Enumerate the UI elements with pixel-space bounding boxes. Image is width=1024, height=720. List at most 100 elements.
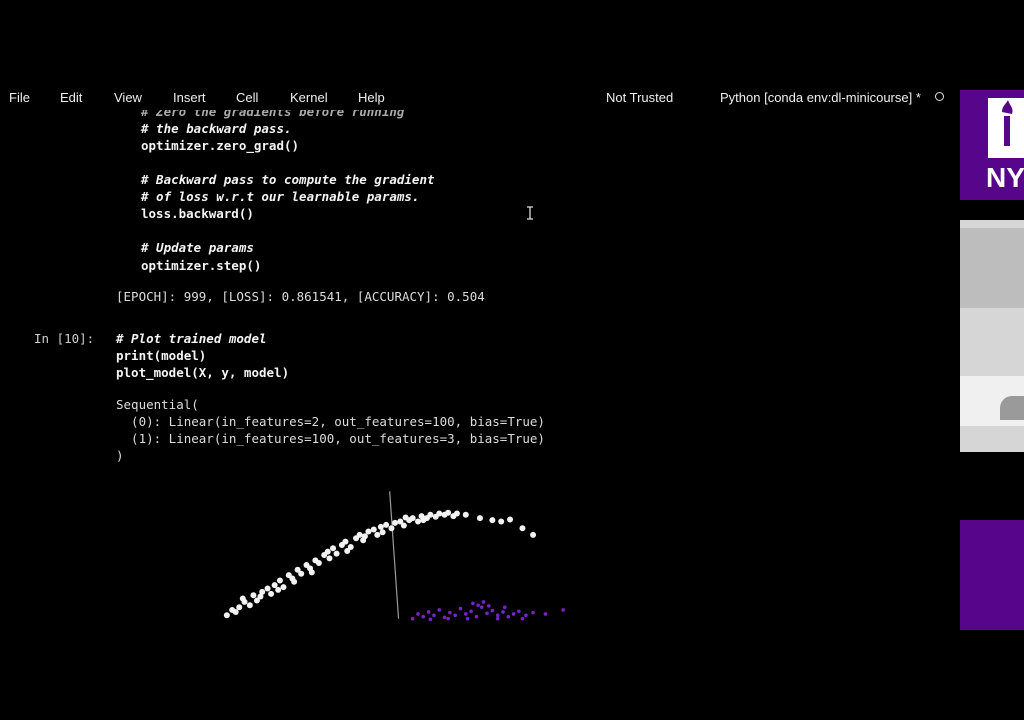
kernel-idle-icon bbox=[935, 92, 944, 101]
menu-insert[interactable]: Insert bbox=[173, 90, 206, 105]
scatter-point bbox=[458, 606, 463, 611]
slide-image bbox=[960, 228, 1024, 308]
scatter-point bbox=[268, 590, 275, 597]
scatter-point bbox=[379, 529, 386, 536]
scatter-point bbox=[410, 616, 415, 621]
scatter-point bbox=[490, 608, 495, 613]
scatter-point bbox=[485, 611, 489, 616]
menu-help[interactable]: Help bbox=[358, 90, 385, 105]
scatter-point bbox=[377, 523, 384, 530]
trust-indicator[interactable]: Not Trusted bbox=[606, 90, 673, 105]
scatter-point bbox=[421, 614, 426, 619]
scatter-point bbox=[264, 585, 271, 592]
scatter-point bbox=[446, 616, 450, 621]
scatter-point bbox=[275, 586, 282, 593]
scatter-point bbox=[400, 522, 407, 529]
scatter-point bbox=[498, 518, 505, 525]
code-line: # the backward pass. bbox=[141, 121, 292, 136]
scatter-point bbox=[409, 515, 416, 522]
code-line: optimizer.step() bbox=[141, 258, 262, 273]
scatter-point bbox=[464, 612, 468, 616]
code-line: # Backward pass to compute the gradient bbox=[141, 172, 435, 187]
torch-icon bbox=[1002, 100, 1013, 146]
scatter-point bbox=[432, 613, 436, 618]
scatter-point bbox=[462, 511, 469, 518]
scatter-point bbox=[298, 570, 305, 577]
scatter-point bbox=[361, 533, 368, 540]
scatter-point bbox=[442, 615, 447, 620]
scatter-point bbox=[561, 608, 565, 612]
menu-file[interactable]: File bbox=[9, 90, 30, 105]
scatter-point bbox=[276, 577, 283, 584]
scatter-point bbox=[330, 545, 337, 552]
scatter-point bbox=[531, 610, 535, 615]
scatter-point bbox=[344, 547, 351, 554]
menu-cell[interactable]: Cell bbox=[236, 90, 258, 105]
scatter-point bbox=[437, 608, 442, 612]
scatter-point bbox=[223, 612, 230, 619]
scatter-point bbox=[229, 606, 236, 613]
scatter-point bbox=[250, 592, 257, 599]
scatter-point bbox=[315, 560, 322, 567]
decision-boundary-line bbox=[389, 491, 400, 619]
scatter-point bbox=[356, 531, 363, 538]
scatter-point bbox=[524, 613, 528, 618]
scatter-point bbox=[426, 610, 431, 614]
code-line: optimizer.zero_grad() bbox=[141, 138, 300, 153]
output-line: (1): Linear(in_features=100, out_feature… bbox=[116, 431, 545, 446]
nyu-logo-panel: NY bbox=[960, 90, 1024, 202]
decision-boundary-plot bbox=[223, 491, 565, 622]
scatter-point bbox=[543, 612, 548, 616]
scatter-point bbox=[374, 531, 381, 538]
slide-thumbnail bbox=[960, 200, 1024, 452]
scatter-point bbox=[474, 614, 479, 619]
scatter-point bbox=[453, 510, 460, 517]
scatter-point bbox=[416, 612, 420, 616]
scatter-point bbox=[236, 604, 243, 611]
scatter-point bbox=[481, 600, 486, 604]
scatter-point bbox=[324, 548, 331, 555]
scatter-point bbox=[502, 605, 507, 610]
scatter-point bbox=[445, 509, 452, 516]
torch-logo-background bbox=[988, 98, 1024, 158]
scatter-point bbox=[476, 603, 480, 608]
scatter-point bbox=[392, 519, 398, 526]
scatter-point bbox=[246, 602, 253, 609]
scatter-point bbox=[370, 526, 377, 533]
scatter-point bbox=[239, 595, 246, 602]
scatter-point bbox=[476, 515, 483, 522]
kernel-name[interactable]: Python [conda env:dl-minicourse] * bbox=[720, 90, 921, 105]
output-line: (0): Linear(in_features=2, out_features=… bbox=[116, 414, 545, 429]
scatter-point bbox=[420, 517, 427, 524]
scatter-point bbox=[326, 555, 333, 562]
scatter-point bbox=[495, 613, 500, 618]
code-line: plot_model(X, y, model) bbox=[116, 365, 290, 380]
scatter-point bbox=[415, 518, 422, 525]
training-output: [EPOCH]: 999, [LOSS]: 0.861541, [ACCURAC… bbox=[116, 289, 485, 304]
scatter-point bbox=[517, 609, 521, 614]
code-line: # Update params bbox=[141, 240, 254, 255]
scatter-point bbox=[388, 525, 395, 532]
scatter-point bbox=[427, 511, 434, 518]
menu-edit[interactable]: Edit bbox=[60, 90, 82, 105]
scatter-point bbox=[519, 525, 526, 532]
slide-purple-block bbox=[960, 520, 1024, 630]
scatter-point bbox=[342, 538, 349, 545]
scatter-point bbox=[453, 613, 457, 618]
scatter-point bbox=[520, 616, 525, 621]
menu-view[interactable]: View bbox=[114, 90, 142, 105]
text-cursor-icon bbox=[527, 206, 533, 220]
scatter-point bbox=[469, 609, 473, 614]
menu-kernel[interactable]: Kernel bbox=[290, 90, 328, 105]
code-line: print(model) bbox=[116, 348, 207, 363]
scatter-point bbox=[479, 605, 484, 610]
scatter-point bbox=[501, 610, 505, 614]
code-line: # of loss w.r.t our learnable params. bbox=[141, 189, 420, 204]
output-line: Sequential( bbox=[116, 397, 199, 412]
scatter-point bbox=[333, 550, 340, 557]
slide-shape bbox=[1000, 396, 1024, 420]
scatter-point bbox=[487, 604, 491, 608]
scatter-point bbox=[402, 514, 409, 521]
code-line: loss.backward() bbox=[141, 206, 254, 221]
scatter-point bbox=[280, 584, 287, 591]
